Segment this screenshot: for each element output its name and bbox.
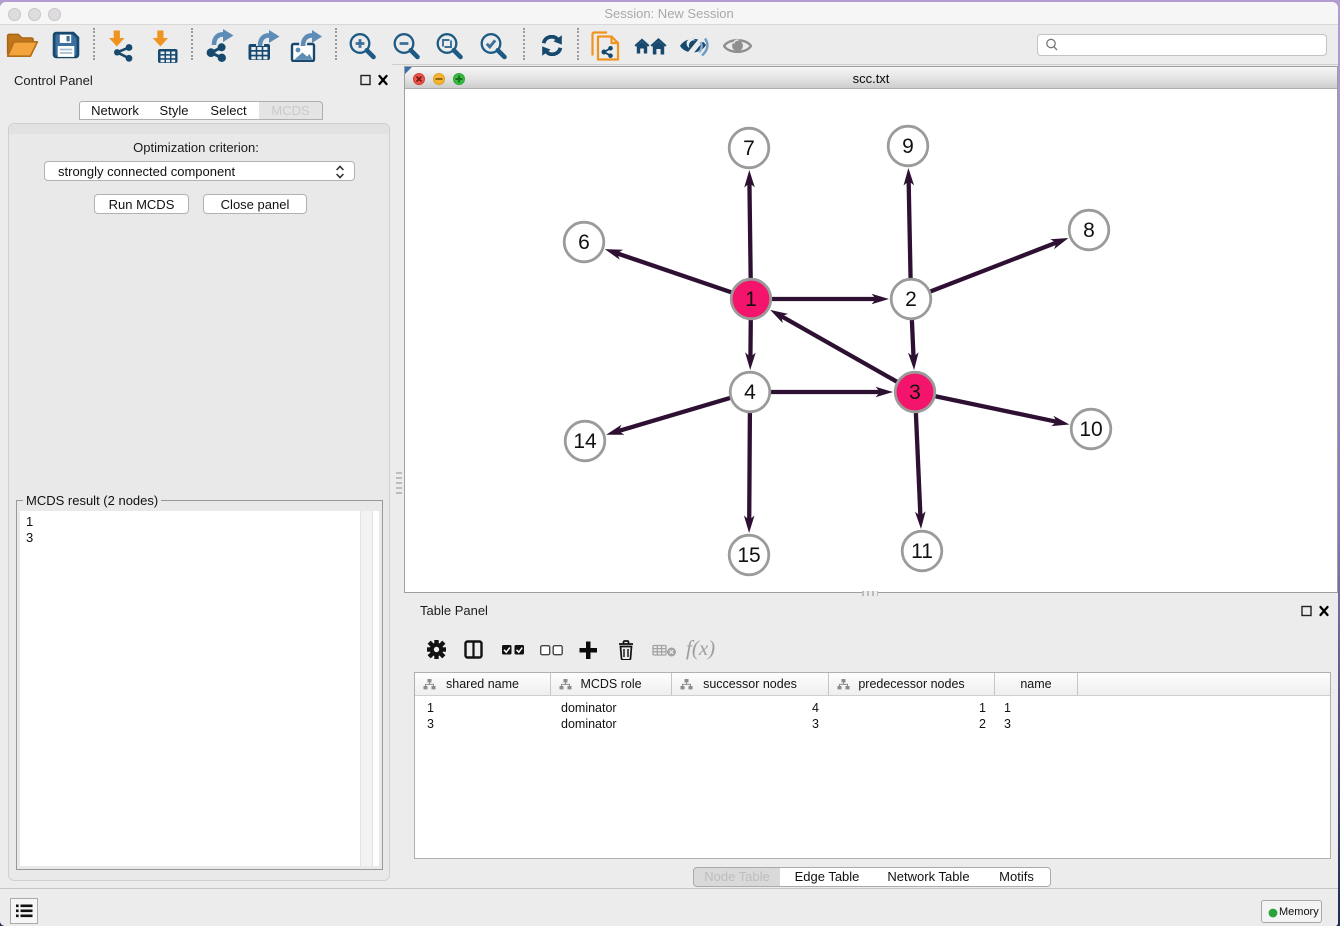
svg-text:2: 2 [905, 288, 917, 311]
svg-text:3: 3 [909, 381, 921, 404]
svg-text:7: 7 [743, 137, 755, 160]
svg-text:15: 15 [737, 544, 760, 567]
svg-text:11: 11 [911, 540, 933, 563]
svg-text:6: 6 [578, 231, 590, 254]
svg-text:14: 14 [573, 430, 597, 453]
svg-text:1: 1 [745, 288, 757, 311]
svg-text:4: 4 [744, 381, 756, 404]
svg-text:8: 8 [1083, 219, 1095, 242]
svg-text:10: 10 [1079, 418, 1102, 441]
svg-text:9: 9 [902, 135, 914, 158]
